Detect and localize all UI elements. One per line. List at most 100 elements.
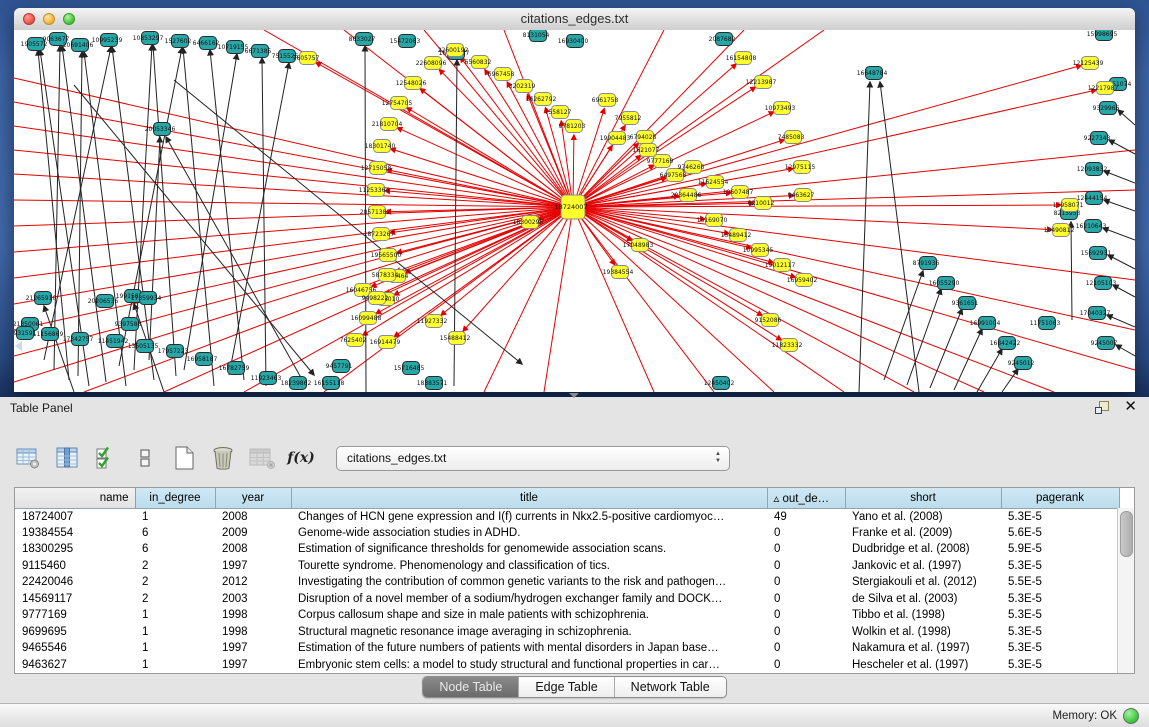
table-selector-dropdown[interactable]: citations_edges.txt ▲▼: [336, 446, 730, 471]
graph-node-label: 16782759: [219, 365, 250, 372]
graph-edge[interactable]: [573, 207, 1054, 392]
graph-edge[interactable]: [573, 207, 1135, 280]
table-row[interactable]: 1456911722003Disruption of a novel membe…: [15, 591, 1119, 608]
table-row[interactable]: 946554611997Estimation of the future num…: [15, 640, 1119, 657]
graph-node-label: 9397588: [115, 321, 142, 328]
graph-node-label: 10853297: [133, 35, 164, 42]
graph-node-label: 18724007: [554, 203, 587, 211]
graph-edge[interactable]: [1116, 345, 1135, 356]
graph-node-label: 12213987: [746, 79, 777, 86]
graph-node-label: 16155118: [314, 380, 345, 387]
graph-edge[interactable]: [859, 82, 870, 392]
graph-node-label: 7485083: [778, 134, 805, 141]
table-panel-header: Table Panel ✕: [0, 397, 1149, 419]
graph-edge[interactable]: [14, 207, 573, 382]
network-window-titlebar[interactable]: citations_edges.txt: [14, 8, 1135, 31]
column-header-pagerank[interactable]: pagerank: [1001, 488, 1119, 508]
graph-edge[interactable]: [1118, 110, 1135, 125]
graph-node-label: 10973493: [765, 105, 796, 112]
graph-edge[interactable]: [884, 271, 923, 380]
graph-edge[interactable]: [1071, 222, 1072, 320]
graph-node-label: 12548026: [396, 80, 427, 87]
graph-edge[interactable]: [262, 58, 266, 386]
trash-icon: [210, 445, 236, 471]
graph-edge[interactable]: [573, 207, 984, 392]
graph-edge[interactable]: [149, 137, 160, 360]
new-table-button[interactable]: [170, 444, 198, 472]
delete-table-button[interactable]: [248, 444, 276, 472]
function-builder-button[interactable]: f(x): [287, 444, 315, 472]
canvas-left-arrow-icon: [15, 341, 22, 351]
table-row[interactable]: 1938455462009Genome-wide association stu…: [15, 525, 1119, 542]
graph-node-label: 13505135: [128, 343, 159, 350]
graph-edge[interactable]: [44, 306, 74, 392]
graph-node-label: 10490812: [1044, 227, 1075, 234]
graph-edge[interactable]: [210, 50, 244, 380]
column-header-out_degree[interactable]: ▵ out_de…: [767, 488, 845, 508]
graph-edge[interactable]: [14, 207, 573, 226]
column-header-title[interactable]: title: [291, 488, 767, 508]
default-edges[interactable]: [38, 45, 1135, 392]
graph-edge[interactable]: [573, 207, 1135, 330]
scrollbar-thumb[interactable]: [1120, 511, 1133, 557]
graph-edge[interactable]: [14, 126, 573, 207]
graph-node-label: 5878334: [372, 272, 399, 279]
delete-button[interactable]: [209, 444, 237, 472]
tab-edge-table[interactable]: Edge Table: [519, 677, 614, 697]
graph-edge[interactable]: [14, 102, 573, 207]
column-header-year[interactable]: year: [215, 488, 291, 508]
graph-edge[interactable]: [1108, 255, 1135, 269]
table-row[interactable]: 911546021997Tourette syndrome. Phenomeno…: [15, 558, 1119, 575]
graph-edge[interactable]: [74, 85, 314, 375]
graph-edge[interactable]: [14, 207, 573, 304]
column-header-in_degree[interactable]: in_degree: [135, 488, 215, 508]
graph-edge[interactable]: [573, 207, 1052, 230]
graph-nodes[interactable]: 1905572906367720691406109952391085329715…: [14, 30, 1131, 390]
graph-edge[interactable]: [880, 82, 919, 392]
graph-edge[interactable]: [229, 63, 289, 375]
vertical-scrollbar[interactable]: [1117, 508, 1134, 673]
graph-edge[interactable]: [954, 329, 982, 390]
table-row[interactable]: 969969511998Structural magnetic resonanc…: [15, 624, 1119, 641]
graph-node-label: 20364486: [671, 192, 702, 199]
graph-node-label: 6794028: [630, 134, 657, 141]
select-columns-icon: [54, 446, 80, 470]
graph-edge[interactable]: [54, 46, 60, 370]
graph-node-label: 3202319: [509, 83, 536, 90]
graph-edge[interactable]: [1104, 200, 1135, 211]
graph-edge[interactable]: [1113, 285, 1135, 297]
graph-node-label: 12450402: [704, 380, 735, 387]
table-row[interactable]: 1872400712008Changes of HCN gene express…: [15, 508, 1119, 525]
column-header-short[interactable]: short: [845, 488, 1001, 508]
tab-network-table[interactable]: Network Table: [615, 677, 726, 697]
graph-node-label: 6967458: [488, 71, 515, 78]
graph-edge[interactable]: [44, 47, 111, 360]
select-columns-button[interactable]: [53, 444, 81, 472]
table-settings-button[interactable]: [14, 444, 42, 472]
status-bar: Memory: OK: [0, 703, 1149, 727]
tab-node-table[interactable]: Node Table: [423, 677, 519, 697]
table-row[interactable]: 977716911998Corpus callosum shape and si…: [15, 607, 1119, 624]
graph-node-label: 6671385: [245, 48, 272, 55]
graph-edge[interactable]: [184, 54, 237, 370]
graph-edge[interactable]: [14, 207, 573, 330]
graph-edge[interactable]: [930, 309, 962, 388]
memory-ok-icon[interactable]: [1123, 708, 1139, 724]
graph-edge[interactable]: [376, 207, 573, 314]
graph-node-label: 16099488: [351, 315, 382, 322]
select-rows-button[interactable]: [92, 444, 120, 472]
table-row[interactable]: 2242004622012Investigating the contribut…: [15, 574, 1119, 591]
table-row[interactable]: 946362711997Embryonic stem cells: a mode…: [15, 657, 1119, 674]
node-table: namein_degreeyeartitle▵ out_de…shortpage…: [14, 487, 1135, 674]
graph-edge[interactable]: [439, 69, 573, 207]
float-window-icon[interactable]: [1095, 401, 1110, 414]
graph-edge[interactable]: [1104, 171, 1135, 183]
graph-edge[interactable]: [14, 200, 573, 207]
application-window: citations_edges.txt 19055729063677206914…: [0, 0, 1149, 727]
close-panel-icon[interactable]: ✕: [1124, 400, 1137, 414]
column-header-name[interactable]: name: [15, 488, 135, 508]
graph-edge[interactable]: [1103, 228, 1135, 240]
table-row[interactable]: 1830029562008Estimation of significance …: [15, 541, 1119, 558]
network-canvas[interactable]: 1905572906367720691406109952391085329715…: [14, 30, 1135, 392]
row-height-button[interactable]: [131, 444, 159, 472]
